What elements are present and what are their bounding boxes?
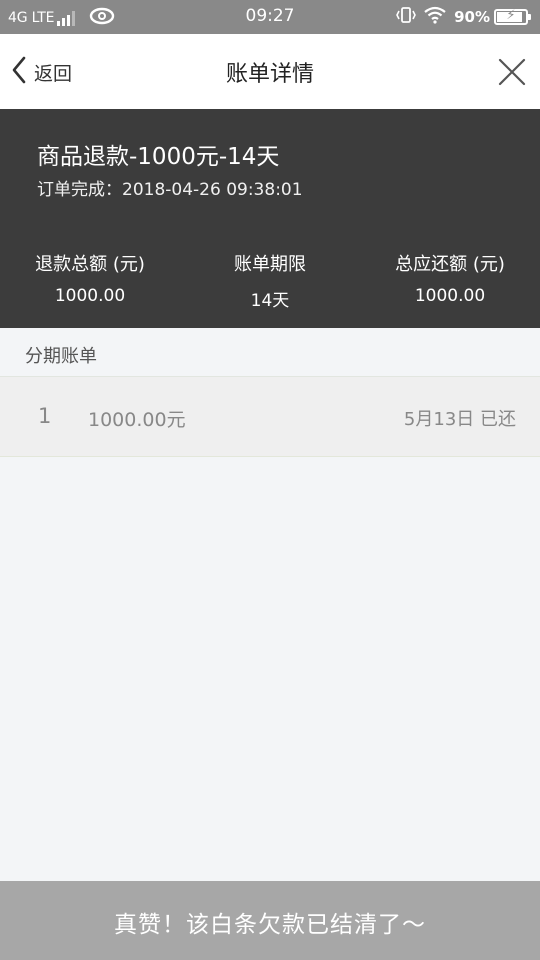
battery-percent: 90%	[454, 8, 490, 26]
content-area	[0, 457, 540, 881]
stat-label: 总应还额 (元)	[395, 254, 505, 275]
installments-header: 分期账单	[0, 328, 540, 377]
section-title: 分期账单	[25, 346, 97, 367]
status-bar: 4G LTE 09:27 90% ⚡	[0, 0, 540, 34]
wifi-icon	[424, 6, 446, 28]
stat-value: 1000.00	[54, 286, 126, 306]
installment-index: 1	[38, 404, 52, 428]
settled-banner: 真赞！该白条欠款已结清了～	[0, 881, 540, 960]
battery-icon: ⚡	[494, 8, 531, 25]
list-item[interactable]: 1 1000.00元 5月13日 已还	[0, 377, 540, 457]
installment-amount: 1000.00元	[88, 409, 186, 431]
stat-bill-term: 账单期限 14天	[180, 250, 360, 311]
stat-value: 1000.00	[414, 286, 486, 306]
stat-refund-total: 退款总额 (元) 1000.00	[0, 250, 180, 311]
settled-message: 真赞！该白条欠款已结清了～	[114, 912, 426, 938]
close-button[interactable]	[496, 56, 528, 88]
product-title: 商品退款-1000元-14天	[37, 144, 280, 170]
close-icon	[496, 58, 528, 92]
stat-label: 账单期限	[234, 254, 306, 275]
stat-label: 退款总额 (元)	[35, 254, 145, 275]
order-complete-time: 订单完成：2018-04-26 09:38:01	[37, 180, 303, 200]
stat-total-due: 总应还额 (元) 1000.00	[360, 250, 540, 311]
vibrate-icon	[396, 6, 416, 28]
stat-value: 14天	[250, 291, 290, 311]
installment-status: 5月13日 已还	[403, 409, 516, 430]
page-title: 账单详情	[225, 62, 314, 87]
summary-stats: 退款总额 (元) 1000.00 账单期限 14天 总应还额 (元) 1000.…	[0, 250, 540, 311]
nav-bar: 返回 账单详情	[0, 34, 540, 109]
status-right: 90% ⚡	[388, 6, 531, 28]
bill-summary: 商品退款-1000元-14天 订单完成：2018-04-26 09:38:01 …	[0, 109, 540, 328]
